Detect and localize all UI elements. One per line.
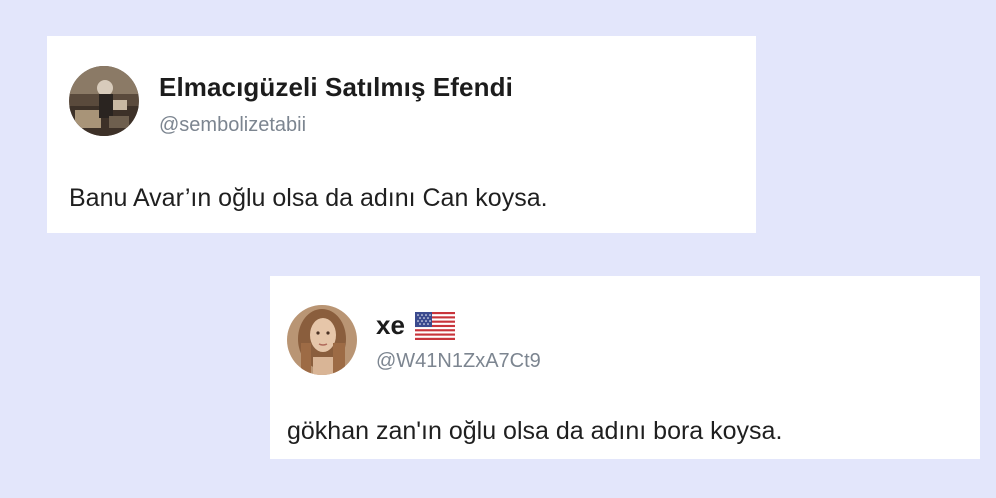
user-handle[interactable]: @sembolizetabii <box>159 114 306 137</box>
tweet-card: xe @W41N1ZxA7Ct9 gökhan zan'ın oğlu olsa… <box>270 276 980 459</box>
user-handle[interactable]: @W41N1ZxA7Ct9 <box>376 350 541 373</box>
user-name-row: Elmacıgüzeli Satılmış Efendi <box>159 72 513 103</box>
tweet-text: Banu Avar’ın oğlu olsa da adını Can koys… <box>69 184 548 212</box>
tweet-text: gökhan zan'ın oğlu olsa da adını bora ko… <box>287 417 783 445</box>
user-name-row: xe <box>376 310 456 341</box>
tweet-card: Elmacıgüzeli Satılmış Efendi @sembolizet… <box>47 36 756 233</box>
display-name[interactable]: xe <box>376 310 405 341</box>
user-avatar-icon[interactable] <box>287 305 357 375</box>
user-avatar-icon[interactable] <box>69 66 139 136</box>
display-name[interactable]: Elmacıgüzeli Satılmış Efendi <box>159 72 513 103</box>
us-flag-icon <box>415 311 456 340</box>
